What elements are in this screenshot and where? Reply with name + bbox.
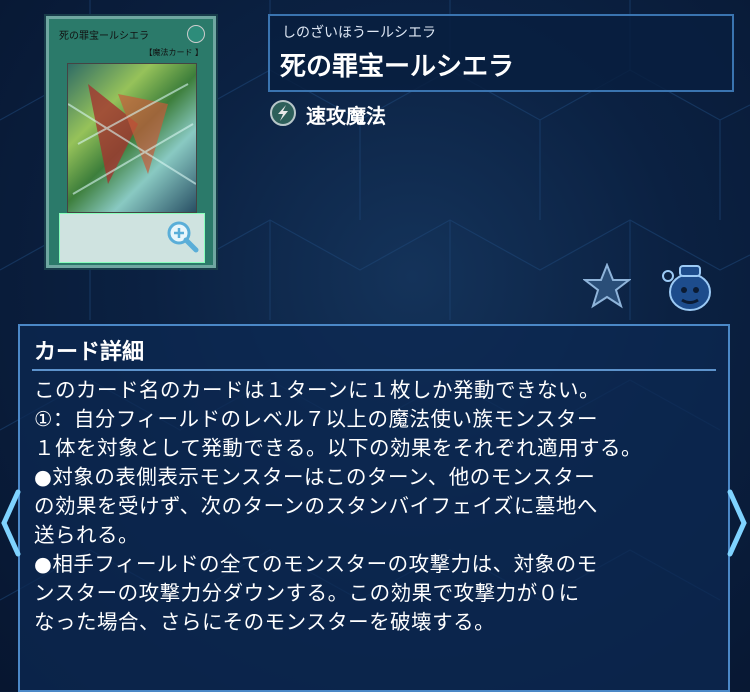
spell-attribute-icon xyxy=(187,25,205,43)
card-detail-heading: カード詳細 xyxy=(34,340,145,365)
card-image[interactable]: 死の罪宝ールシエラ 【魔法カード 】 xyxy=(46,16,216,268)
spell-type-label: 速攻魔法 xyxy=(306,104,386,128)
chevron-left-icon[interactable] xyxy=(0,488,22,558)
star-icon[interactable] xyxy=(583,263,631,309)
card-effect-text: このカード名のカードは１ターンに１枚しか発動できない。 ①：自分フィールドのレベ… xyxy=(34,378,642,634)
card-art-name: 死の罪宝ールシエラ xyxy=(59,31,149,42)
chevron-right-icon[interactable] xyxy=(726,488,748,558)
card-name-header: しのざいほうールシエラ 死の罪宝ールシエラ xyxy=(268,14,734,92)
card-name-title: 死の罪宝ールシエラ xyxy=(280,52,515,82)
card-illustration xyxy=(67,63,197,213)
spell-type-row: 速攻魔法 xyxy=(268,94,734,134)
quickplay-spell-icon xyxy=(270,100,296,126)
card-art-type: 【魔法カード 】 xyxy=(144,48,203,57)
vase-icon[interactable] xyxy=(660,260,716,314)
zoom-in-icon[interactable] xyxy=(165,219,199,253)
card-detail-panel: カード詳細 このカード名のカードは１ターンに１枚しか発動できない。 ①：自分フィ… xyxy=(18,324,730,692)
card-name-ruby: しのざいほうールシエラ xyxy=(282,25,436,41)
heading-divider xyxy=(32,369,716,371)
